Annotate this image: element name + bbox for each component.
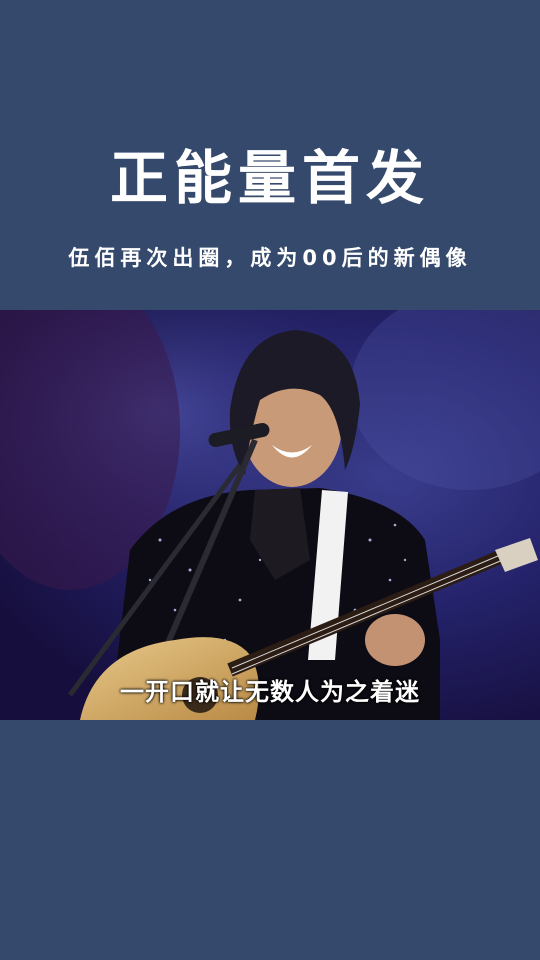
page-subtitle: 伍佰再次出圈，成为00后的新偶像 xyxy=(68,246,472,270)
video-subtitle-caption: 一开口就让无数人为之着迷 xyxy=(120,678,420,706)
header-banner: 正能量首发 伍佰再次出圈，成为00后的新偶像 xyxy=(0,0,540,310)
video-player[interactable]: 一开口就让无数人为之着迷 xyxy=(0,310,540,720)
page-title: 正能量首发 xyxy=(109,144,430,212)
video-frame-image xyxy=(0,310,540,720)
footer-background xyxy=(0,720,540,960)
